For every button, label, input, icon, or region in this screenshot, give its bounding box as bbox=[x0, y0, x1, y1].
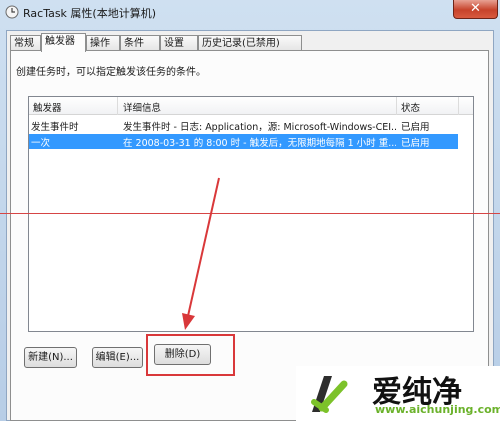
row-details: 发生事件时 - 日志: Application，源: Microsoft-Win… bbox=[123, 122, 396, 133]
column-header-details[interactable]: 详细信息 bbox=[123, 100, 161, 114]
properties-window: RacTask 属性(本地计算机) ✕ 常规 触发器 操作 条件 设置 历史记录… bbox=[0, 0, 500, 421]
tab-settings[interactable]: 设置 bbox=[160, 35, 198, 51]
title-bar[interactable]: RacTask 属性(本地计算机) ✕ bbox=[0, 0, 500, 24]
new-button[interactable]: 新建(N)... bbox=[24, 347, 77, 368]
annotation-line bbox=[0, 213, 500, 214]
row-trigger: 发生事件时 bbox=[31, 122, 79, 133]
row-status: 已启用 bbox=[401, 122, 430, 133]
tab-general[interactable]: 常规 bbox=[10, 35, 41, 51]
column-divider[interactable] bbox=[396, 97, 397, 115]
row-trigger: 一次 bbox=[31, 138, 51, 149]
tab-actions[interactable]: 操作 bbox=[86, 35, 120, 51]
edit-button[interactable]: 编辑(E)... bbox=[92, 347, 143, 368]
tab-history[interactable]: 历史记录(已禁用) bbox=[198, 35, 302, 51]
row-status: 已启用 bbox=[401, 138, 430, 149]
column-header-trigger[interactable]: 触发器 bbox=[33, 100, 62, 114]
tab-conditions[interactable]: 条件 bbox=[120, 35, 160, 51]
list-header: 触发器 详细信息 状态 bbox=[29, 97, 473, 115]
annotation-box bbox=[146, 334, 235, 376]
table-row-selected[interactable]: 一次 在 2008-03-31 的 8:00 时 - 触发后，无限期地每隔 1 … bbox=[29, 134, 458, 149]
table-row[interactable]: 发生事件时 发生事件时 - 日志: Application，源: Microso… bbox=[29, 118, 458, 133]
brand-logo-icon bbox=[311, 376, 348, 413]
tab-triggers[interactable]: 触发器 bbox=[41, 33, 86, 52]
column-divider[interactable] bbox=[458, 97, 459, 115]
watermark-url: www.aichunjing.com bbox=[375, 403, 500, 416]
row-details: 在 2008-03-31 的 8:00 时 - 触发后，无限期地每隔 1 小时 … bbox=[123, 138, 396, 149]
triggers-list[interactable]: 触发器 详细信息 状态 发生事件时 发生事件时 - 日志: Applicatio… bbox=[28, 96, 474, 332]
close-button[interactable]: ✕ bbox=[453, 0, 498, 19]
task-clock-icon bbox=[5, 5, 19, 19]
column-header-status[interactable]: 状态 bbox=[401, 100, 420, 114]
panel-description: 创建任务时，可以指定触发该任务的条件。 bbox=[16, 67, 206, 78]
window-title: RacTask 属性(本地计算机) bbox=[23, 7, 157, 20]
column-divider[interactable] bbox=[117, 97, 118, 115]
